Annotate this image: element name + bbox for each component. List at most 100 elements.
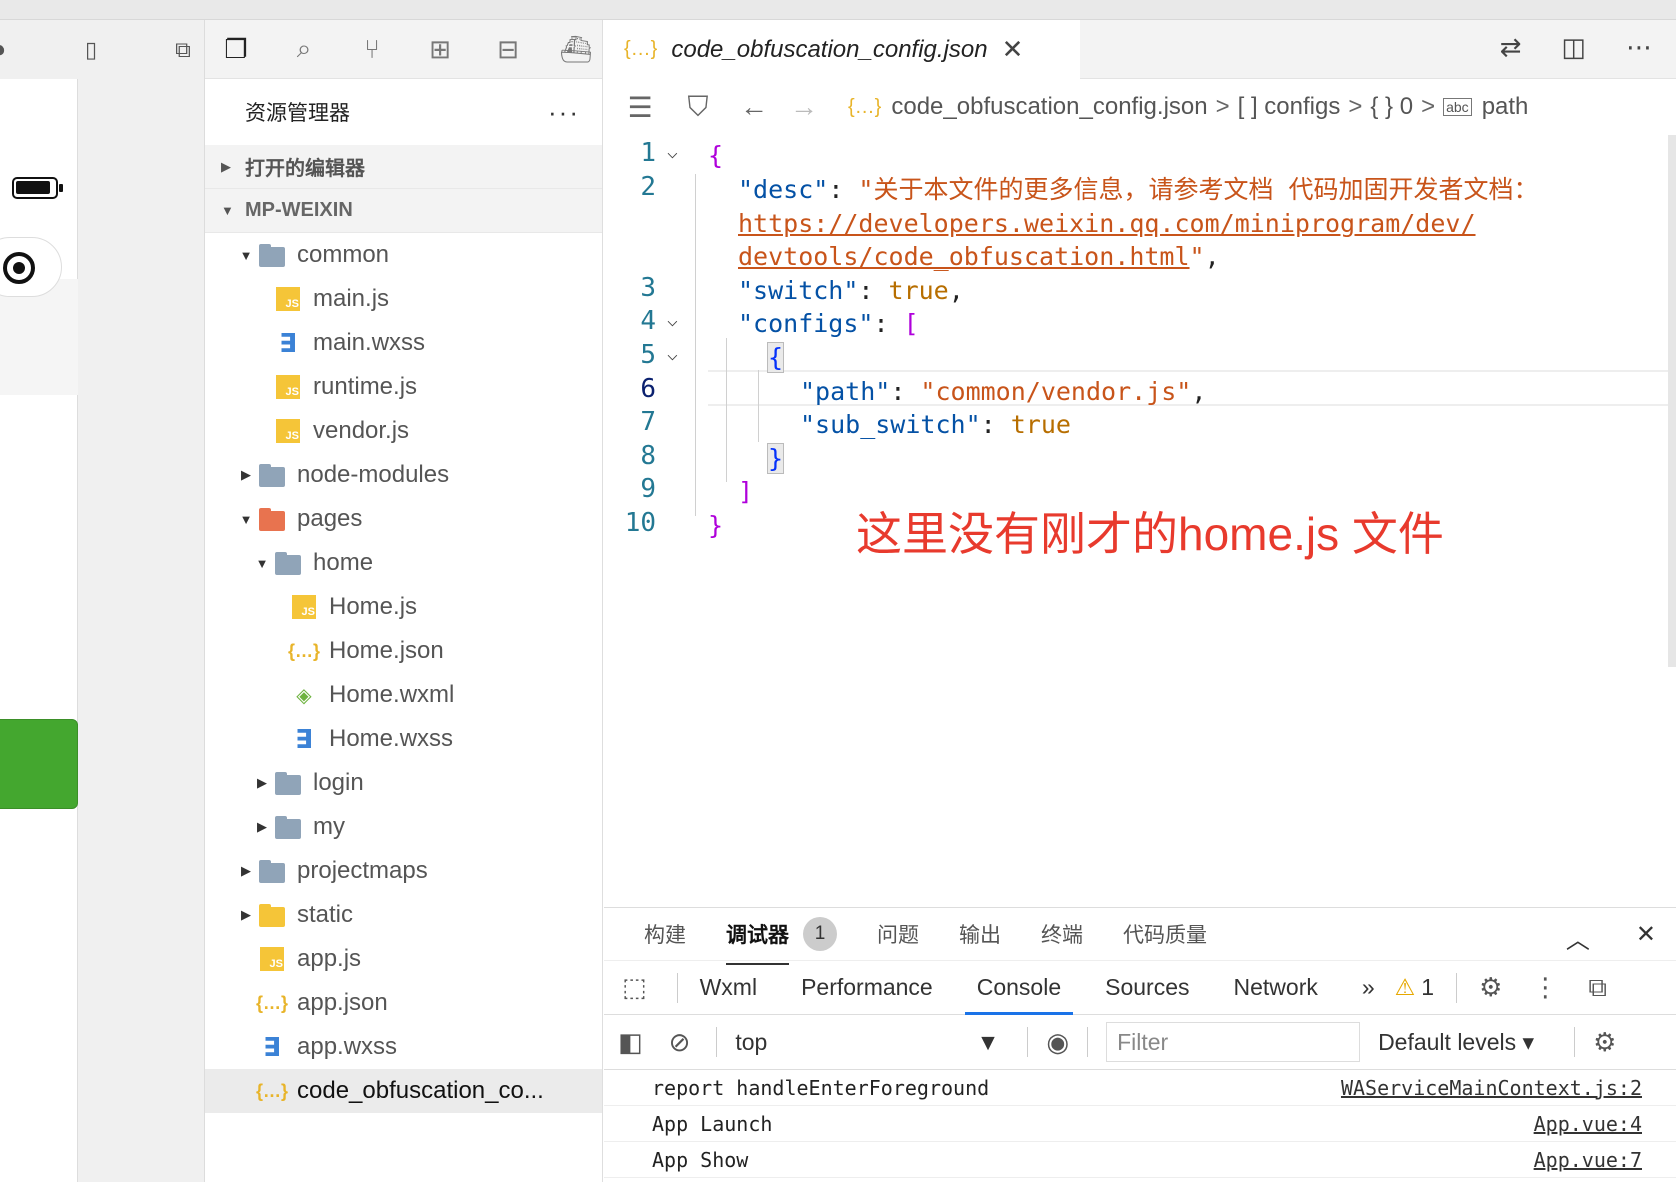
context-select[interactable]: top ▼ (735, 1029, 1013, 1056)
breadcrumb-file[interactable]: code_obfuscation_config.json (891, 93, 1207, 121)
search-icon[interactable]: ⌕ (287, 32, 321, 66)
compare-changes-icon[interactable]: ⇄ (1500, 32, 1522, 63)
editor-tab[interactable]: {…} code_obfuscation_config.json ✕ (604, 20, 1080, 79)
eye-icon[interactable]: ◉ (1046, 1027, 1069, 1058)
line-number: 7 (640, 407, 656, 437)
console-source-link[interactable]: App.vue:4 (1534, 1112, 1642, 1136)
tree-item[interactable]: JS main.js (205, 277, 602, 321)
fold-chevron-icon[interactable]: ⌵ (667, 142, 678, 163)
tree-item[interactable]: {…} app.json (205, 981, 602, 1025)
explorer-icon[interactable]: ❐ (219, 32, 253, 66)
tree-item[interactable]: {…} code_obfuscation_co... (205, 1069, 602, 1113)
tree-item[interactable]: ∃ app.wxss (205, 1025, 602, 1069)
close-icon[interactable]: ✕ (1636, 920, 1656, 955)
vertical-scrollbar[interactable] (1668, 135, 1676, 667)
inspect-element-icon[interactable]: ⬚ (622, 972, 647, 1003)
capsule-button[interactable] (0, 237, 62, 297)
project-label: MP-WEIXIN (245, 199, 353, 221)
filter-input[interactable]: Filter (1106, 1022, 1361, 1062)
back-arrow-icon[interactable]: ← (732, 91, 776, 123)
tab-sources[interactable]: Sources (1105, 960, 1189, 1015)
clear-console-icon[interactable]: ⊘ (669, 1027, 691, 1058)
tree-item[interactable]: JS app.js (205, 937, 602, 981)
chevron-right-icon: ▶ (241, 467, 251, 482)
kebab-menu-icon[interactable]: ⋮ (1532, 972, 1558, 1003)
battery-icon (12, 177, 63, 199)
tree-item[interactable]: ∃ main.wxss (205, 321, 602, 365)
folder-icon (257, 506, 287, 532)
tree-item[interactable]: ▶ my (205, 805, 602, 849)
editor-pane: {…} code_obfuscation_config.json ✕ ⇄ ◫ ⋯… (604, 20, 1676, 907)
tab-network[interactable]: Network (1234, 960, 1318, 1015)
tab-output[interactable]: 输出 (959, 919, 1001, 949)
tree-item[interactable]: ▶ login (205, 761, 602, 805)
tree-item[interactable]: JS Home.js (205, 585, 602, 629)
tab-performance[interactable]: Performance (801, 960, 933, 1015)
split-editor-icon[interactable]: ◫ (1561, 32, 1586, 63)
tree-item[interactable]: ▶ static (205, 893, 602, 937)
levels-select[interactable]: Default levels ▾ (1378, 1029, 1534, 1056)
green-button[interactable] (0, 719, 78, 809)
more-tabs-icon[interactable]: » (1362, 960, 1375, 1015)
tree-item-label: node-modules (297, 461, 450, 488)
json-key: "configs" (738, 309, 874, 338)
console-source-link[interactable]: App.vue:7 (1534, 1148, 1642, 1172)
tree-item-label: Home.wxss (329, 725, 454, 752)
tree-item[interactable]: JS runtime.js (205, 365, 602, 409)
capsule-close-icon[interactable] (3, 252, 35, 284)
panel-tabs: 构建 调试器 1 问题 输出 终端 代码质量 ︿ ✕ (604, 908, 1676, 965)
gear-icon[interactable]: ⚙ (1479, 972, 1502, 1003)
close-icon[interactable]: ✕ (1002, 34, 1024, 65)
tree-item[interactable]: JS vendor.js (205, 409, 602, 453)
console-source-link[interactable]: WAServiceMainContext.js:2 (1341, 1076, 1642, 1100)
console-toolbar: ◧ ⊘ top ▼ ◉ Filter Default levels ▾ ⚙ (604, 1015, 1676, 1070)
tab-code-quality[interactable]: 代码质量 (1123, 919, 1207, 949)
tree-item[interactable]: ▶ projectmaps (205, 849, 602, 893)
window-icon[interactable]: ⧉ (168, 35, 198, 65)
tab-build[interactable]: 构建 (644, 919, 686, 949)
undock-icon[interactable]: ⧉ (1588, 972, 1607, 1004)
tree-item[interactable]: ∃ Home.wxss (205, 717, 602, 761)
more-actions-icon[interactable]: ··· (548, 97, 580, 128)
folder-icon (273, 550, 303, 576)
project-section[interactable]: ▼ MP-WEIXIN (205, 189, 602, 233)
tree-item[interactable]: ▼ pages (205, 497, 602, 541)
gear-icon[interactable]: ⚙ (1593, 1027, 1616, 1058)
phone-icon[interactable]: ▯ (76, 35, 106, 65)
line-number: 10 (624, 508, 656, 538)
json-url[interactable]: devtools/code_obfuscation.html (738, 242, 1190, 271)
tab-problems[interactable]: 问题 (877, 919, 919, 949)
tree-item[interactable]: ▼ home (205, 541, 602, 585)
tab-console[interactable]: Console (964, 960, 1074, 1015)
tree-item[interactable]: ▶ node-modules (205, 453, 602, 497)
fold-chevron-icon[interactable]: ⌵ (667, 310, 678, 331)
tab-debugger[interactable]: 调试器 (726, 919, 789, 965)
tab-terminal[interactable]: 终端 (1041, 919, 1083, 949)
sidebar-toggle-icon[interactable]: ◧ (618, 1027, 643, 1058)
tab-wxml[interactable]: Wxml (700, 960, 757, 1015)
docker-icon[interactable]: ⛴ (559, 32, 593, 66)
warning-count[interactable]: 1 (1421, 974, 1434, 1001)
extensions-icon[interactable]: ⊞ (423, 32, 457, 66)
fold-chevron-icon[interactable]: ⌵ (667, 344, 678, 365)
breadcrumb-path[interactable]: path (1482, 93, 1529, 121)
more-icon[interactable]: ⋯ (1626, 32, 1652, 63)
line-number: 3 (640, 273, 656, 303)
tree-item[interactable]: ▼ common (205, 233, 602, 277)
tree-item[interactable]: {…} Home.json (205, 629, 602, 673)
console-log-list: report handleEnterForeground WAServiceMai… (604, 1070, 1676, 1178)
breadcrumb-index[interactable]: 0 (1400, 93, 1413, 121)
layout-icon[interactable]: ⊟ (491, 32, 525, 66)
phone-screen (0, 79, 78, 1182)
tree-item-label: Home.wxml (329, 681, 455, 708)
forward-arrow-icon[interactable]: → (782, 91, 826, 123)
open-editors-section[interactable]: ▶ 打开的编辑器 (205, 145, 602, 189)
json-url[interactable]: https://developers.weixin.qq.com/minipro… (738, 209, 1476, 238)
record-icon[interactable]: ⏺ (0, 35, 14, 65)
outline-icon[interactable]: ☰ (618, 91, 662, 124)
tree-item[interactable]: ◈ Home.wxml (205, 673, 602, 717)
source-control-icon[interactable]: ⑂ (355, 32, 389, 66)
bookmark-icon[interactable]: ⛉ (676, 91, 720, 124)
chevron-up-icon[interactable]: ︿ (1566, 920, 1590, 955)
breadcrumb-configs[interactable]: configs (1264, 93, 1340, 121)
